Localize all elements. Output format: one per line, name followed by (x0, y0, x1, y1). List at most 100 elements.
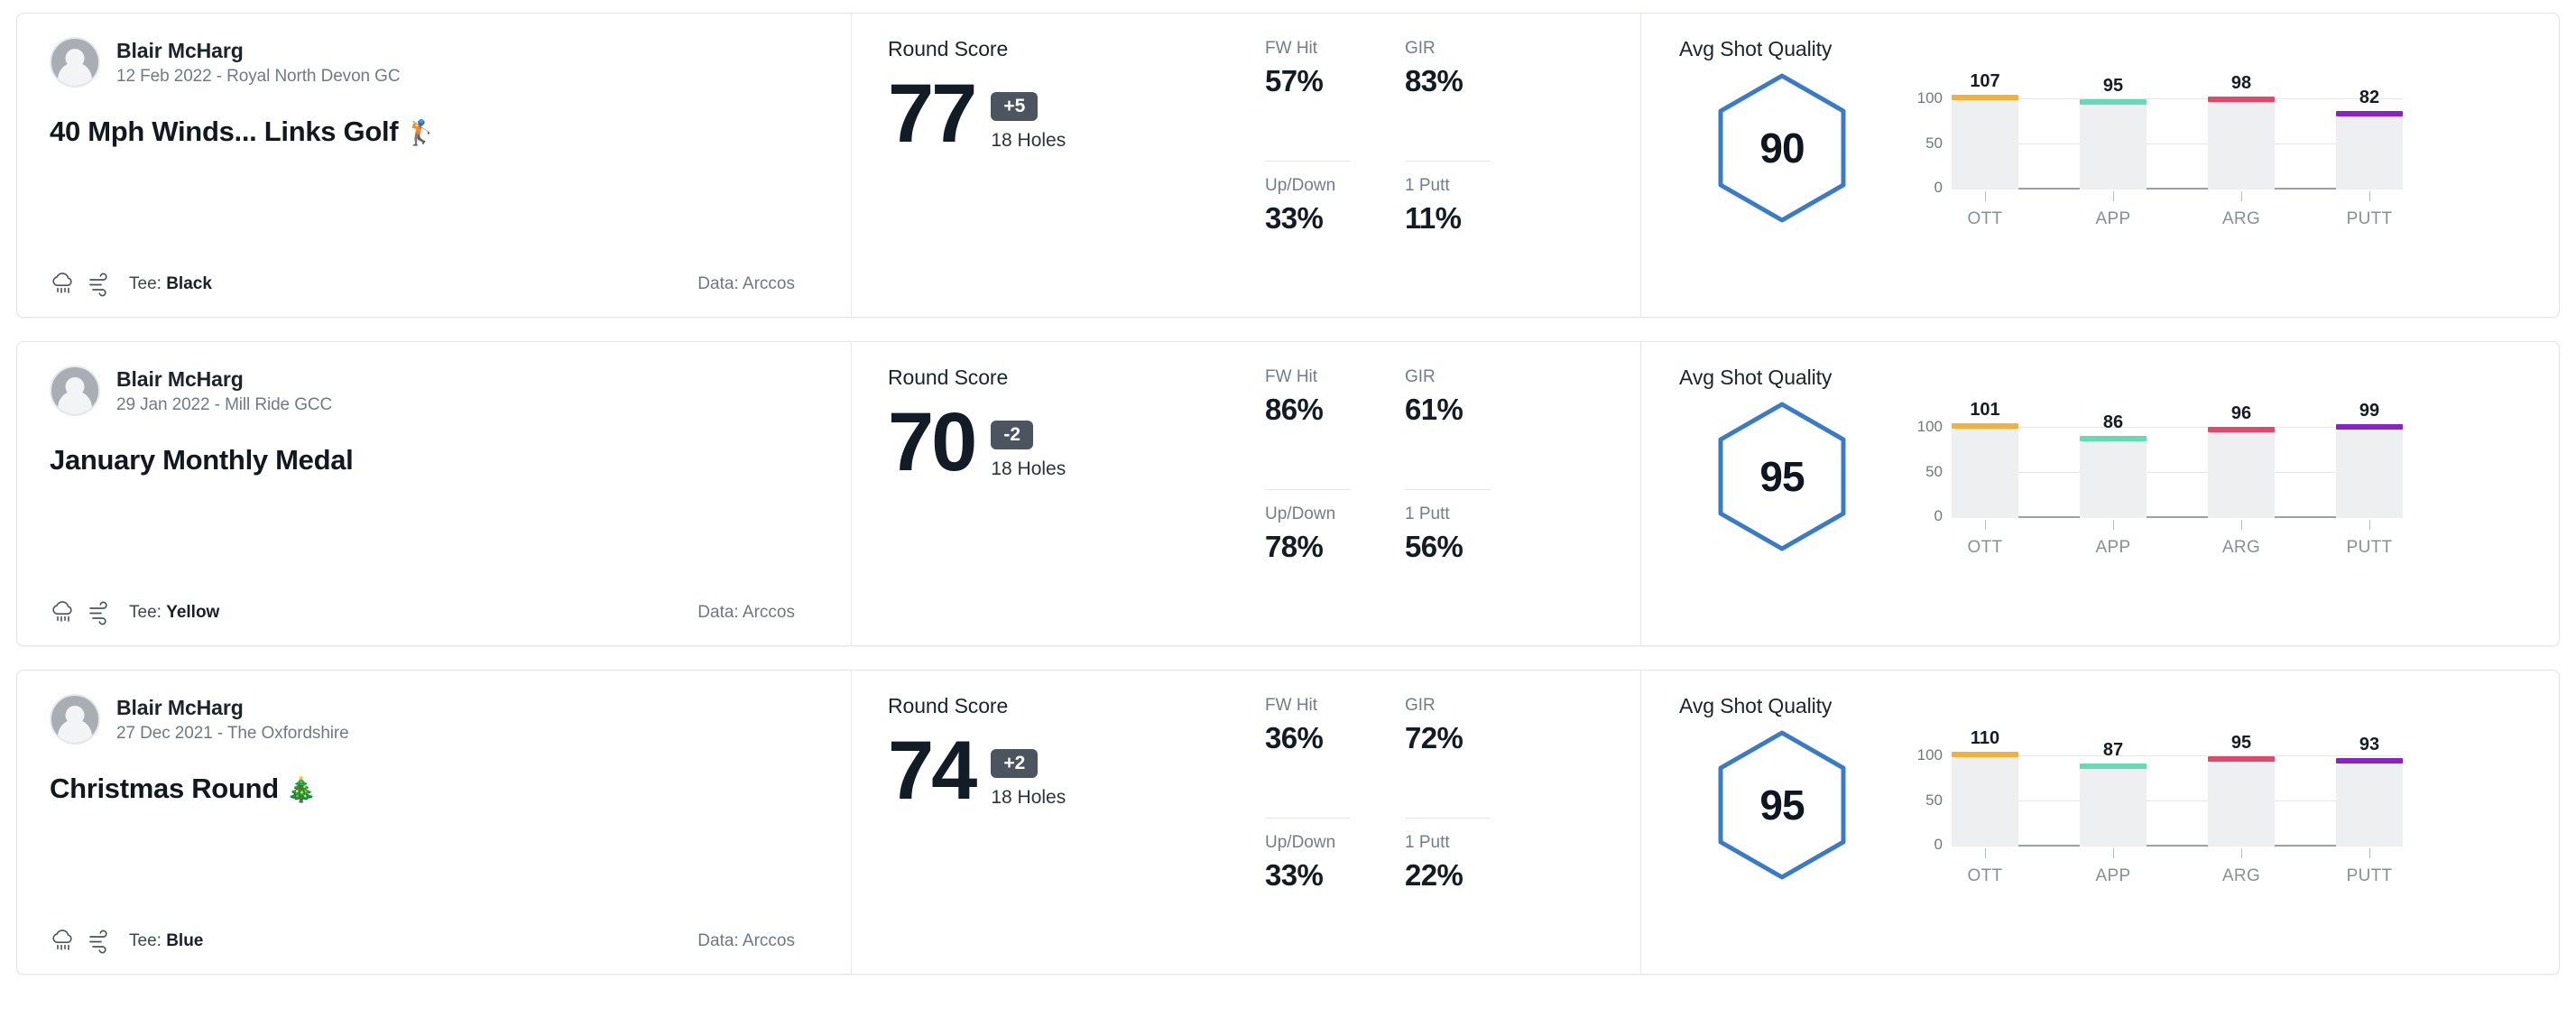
stat-one-putt-value: 22% (1405, 857, 1463, 892)
chart-x-axis: OTT APP ARG PUTT (1952, 191, 2403, 229)
score-side: -2 18 Holes (991, 404, 1066, 480)
x-tick-label: OTT (1967, 866, 2003, 885)
player-name: Blair McHarg (116, 38, 244, 62)
score-row: 77 +5 18 Holes (888, 68, 1249, 160)
stat-gir-value: 83% (1405, 64, 1463, 97)
bar-putt: 93 (2336, 735, 2403, 847)
x-tick-ott: OTT (1952, 848, 2018, 886)
round-score-heading: Round Score (888, 694, 1009, 717)
shot-quality-heading: Avg Shot Quality (1679, 37, 1833, 60)
round-date-course: 29 Jan 2022 - Mill Ride GCC (116, 394, 333, 414)
bar-slot-app[interactable]: 86 (2080, 412, 2147, 518)
stat-one-putt-value: 56% (1405, 529, 1463, 563)
y-tick-100: 100 (1916, 746, 1943, 764)
stat-fw-hit-value: 36% (1265, 721, 1324, 754)
score-block: Round Score 70 -2 18 Holes (888, 366, 1249, 625)
x-tick-label: APP (2095, 538, 2131, 557)
round-meta-footer: Tee: Blue Data: Arccos (50, 929, 818, 954)
x-tick-putt: PUTT (2336, 848, 2403, 886)
x-tick-ott: OTT (1952, 191, 2018, 229)
round-score-heading: Round Score (888, 366, 1009, 389)
bar-slot-app[interactable]: 87 (2080, 740, 2147, 847)
chart-bars: 101 86 96 99 (1952, 400, 2403, 518)
chart-x-axis: OTT APP ARG PUTT (1952, 520, 2403, 558)
holes-played-label: 18 Holes (991, 458, 1066, 479)
bar-value-ott: 101 (1970, 400, 2000, 420)
bar-slot-ott[interactable]: 110 (1952, 728, 2018, 847)
score-row: 74 +2 18 Holes (888, 729, 1249, 812)
bar-slot-putt[interactable]: 93 (2336, 735, 2403, 847)
stat-one-putt: 1 Putt 56% (1405, 504, 1491, 626)
bar-slot-ott[interactable]: 101 (1952, 400, 2018, 518)
data-source-label: Data: Arccos (697, 931, 795, 950)
tee-prefix: Tee: (129, 603, 167, 622)
stat-up-down-value: 33% (1265, 857, 1324, 892)
y-tick-100: 100 (1916, 89, 1943, 106)
stat-one-putt: 1 Putt 22% (1405, 833, 1491, 955)
bar-cap-arg (2208, 427, 2275, 432)
bar-slot-ott[interactable]: 107 (1952, 71, 2018, 190)
x-tick-ott: OTT (1952, 520, 2018, 558)
round-card[interactable]: Blair McHarg 27 Dec 2021 - The Oxfordshi… (16, 670, 2560, 975)
bar-slot-arg[interactable]: 98 (2208, 73, 2275, 190)
x-tick-label: ARG (2221, 866, 2261, 885)
conditions-group: Tee: Blue (50, 929, 203, 954)
shot-quality-chart: 100 50 0 107 95 98 82 OTT APP ARG PUTT (1901, 71, 2406, 244)
bar-slot-putt[interactable]: 82 (2336, 88, 2403, 190)
round-card[interactable]: Blair McHarg 12 Feb 2022 - Royal North D… (16, 13, 2560, 318)
bar-value-arg: 95 (2230, 733, 2252, 753)
holes-played-label: 18 Holes (991, 130, 1066, 151)
bar-value-app: 86 (2102, 412, 2124, 432)
wind-icon (89, 930, 107, 954)
y-tick-50: 50 (1925, 463, 1943, 480)
avatar (50, 366, 100, 416)
bar-slot-arg[interactable]: 95 (2208, 733, 2275, 847)
stat-up-down: Up/Down 33% (1265, 176, 1351, 298)
round-score-panel: Round Score 74 +2 18 Holes FW Hit 36% GI… (852, 671, 1641, 974)
wind-icon (89, 601, 107, 625)
stat-fw-hit-value: 86% (1265, 393, 1324, 426)
stat-fw-hit-value: 57% (1265, 64, 1324, 97)
tee-prefix: Tee: (129, 931, 167, 950)
stat-gir: GIR 83% (1405, 39, 1491, 162)
stat-up-down: Up/Down 33% (1265, 833, 1351, 955)
round-score-value: 77 (888, 68, 977, 160)
bar-cap-ott (1952, 752, 2018, 757)
bar-slot-putt[interactable]: 99 (2336, 401, 2403, 518)
stat-one-putt-label: 1 Putt (1405, 832, 1450, 852)
shot-quality-chart: 100 50 0 101 86 96 99 OTT APP ARG PUTT (1901, 400, 2406, 572)
bar-app: 86 (2080, 412, 2147, 518)
score-block: Round Score 74 +2 18 Holes (888, 694, 1249, 954)
bar-slot-app[interactable]: 95 (2080, 76, 2147, 190)
shot-quality-panel: Avg Shot Quality 95 100 50 0 101 86 96 99 OTT… (1641, 342, 2559, 645)
x-tick-app: APP (2080, 520, 2147, 558)
bar-value-putt: 99 (2359, 401, 2380, 421)
shot-quality-body: 95 100 50 0 101 86 96 99 OTT APP ARG PUTT (1679, 397, 2523, 572)
x-tick-mark (2240, 191, 2242, 201)
stat-one-putt-label: 1 Putt (1405, 504, 1450, 523)
round-title-emoji: 🎄 (286, 776, 317, 803)
x-tick-arg: ARG (2208, 191, 2275, 229)
score-row: 70 -2 18 Holes (888, 396, 1249, 488)
bar-cap-arg (2208, 97, 2275, 102)
bar-cap-app (2080, 99, 2147, 105)
round-meta-panel: Blair McHarg 12 Feb 2022 - Royal North D… (17, 14, 852, 317)
shot-quality-value: 95 (1759, 782, 1805, 828)
chart-bars: 110 87 95 93 (1952, 728, 2403, 847)
round-meta-panel: Blair McHarg 27 Dec 2021 - The Oxfordshi… (17, 671, 852, 974)
tee-color-value: Blue (166, 931, 204, 950)
chart-plot-area: 100 50 0 110 87 95 93 (1917, 728, 2403, 853)
round-meta-footer: Tee: Yellow Data: Arccos (50, 600, 818, 625)
bar-value-arg: 96 (2230, 403, 2252, 423)
avatar-body-shape (58, 391, 92, 414)
player-text: Blair McHarg 27 Dec 2021 - The Oxfordshi… (116, 696, 349, 744)
shot-quality-heading: Avg Shot Quality (1679, 694, 1833, 717)
round-score-value: 70 (888, 396, 977, 488)
round-card[interactable]: Blair McHarg 29 Jan 2022 - Mill Ride GCC… (16, 341, 2560, 646)
stat-up-down-label: Up/Down (1265, 504, 1336, 523)
x-tick-mark (2112, 520, 2114, 530)
y-tick-50: 50 (1925, 791, 1943, 809)
x-tick-app: APP (2080, 848, 2147, 886)
conditions-group: Tee: Black (50, 272, 212, 297)
bar-slot-arg[interactable]: 96 (2208, 403, 2275, 518)
